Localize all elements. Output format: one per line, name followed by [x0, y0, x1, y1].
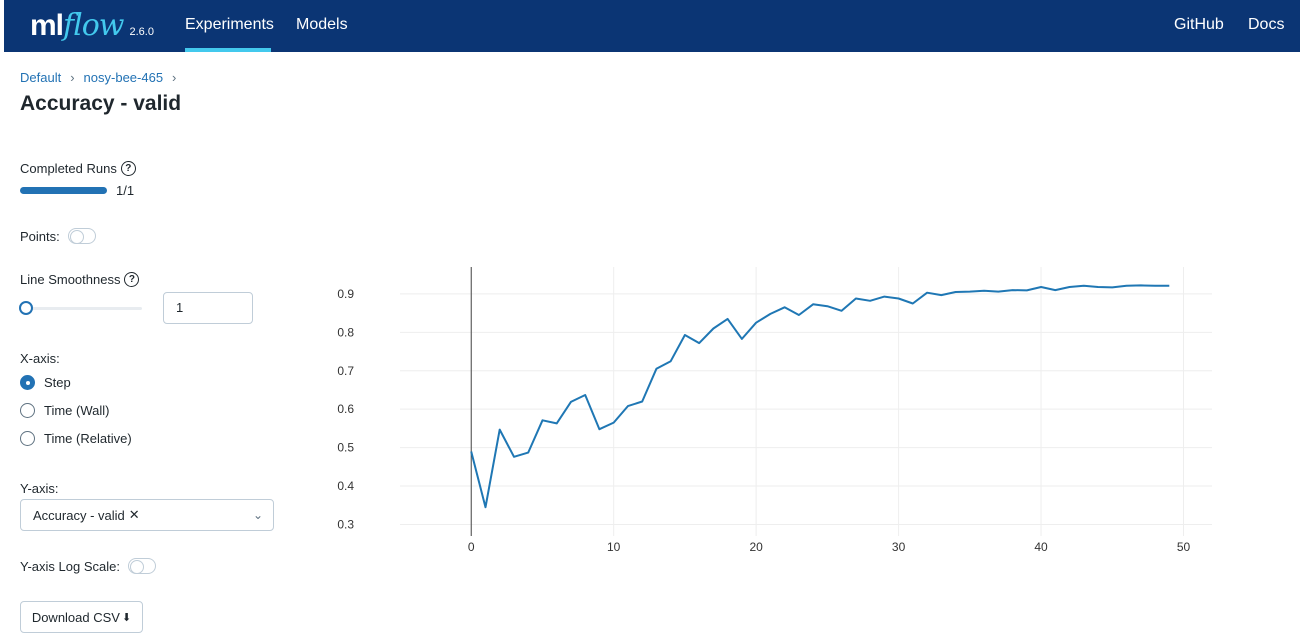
xaxis-label: X-axis: [20, 351, 60, 366]
smoothness-label: Line Smoothness [20, 272, 121, 287]
xaxis-option-label: Step [44, 375, 71, 390]
ylog-toggle[interactable] [127, 558, 156, 574]
chevron-right-icon: › [70, 70, 75, 85]
download-icon: ⬇ [121, 611, 132, 624]
completed-runs-text: Completed Runs [20, 161, 117, 176]
xaxis-option-relative[interactable]: Time (Relative) [20, 431, 132, 446]
y-tick-label: 0.6 [337, 402, 354, 416]
logo-flow-text: flow [63, 8, 124, 43]
breadcrumb-run[interactable]: nosy-bee-465 [84, 70, 164, 85]
x-tick-label: 40 [1034, 540, 1048, 554]
nav-github[interactable]: GitHub [1174, 0, 1224, 52]
x-tick-label: 30 [892, 540, 906, 554]
xaxis-option-step[interactable]: Step [20, 375, 71, 390]
y-tick-label: 0.8 [337, 325, 354, 339]
radio-unchecked-icon[interactable] [20, 403, 35, 418]
nav-experiments[interactable]: Experiments [185, 0, 274, 52]
ylog-row: Y-axis Log Scale: [20, 558, 156, 574]
points-row: Points: [20, 228, 96, 244]
points-label: Points: [20, 228, 60, 244]
smoothness-slider-track[interactable] [24, 307, 142, 310]
completed-runs-progress-bar [20, 187, 107, 194]
download-csv-button[interactable]: Download CSV ⬇ [20, 601, 143, 633]
smoothness-slider-handle[interactable] [19, 301, 33, 315]
ylog-label: Y-axis Log Scale: [20, 558, 120, 574]
completed-runs-label: Completed Runs ? [20, 161, 136, 176]
completed-runs-count: 1/1 [116, 183, 135, 198]
y-tick-label: 0.7 [337, 364, 354, 378]
question-circle-icon[interactable]: ? [124, 272, 140, 287]
close-icon[interactable]: ✕ [129, 507, 140, 523]
question-circle-icon[interactable]: ? [120, 161, 136, 176]
yaxis-label: Y-axis: [20, 481, 59, 496]
points-toggle[interactable] [67, 228, 96, 244]
chevron-down-icon[interactable]: ⌄ [253, 508, 263, 522]
breadcrumb: Default › nosy-bee-465 › [20, 70, 185, 85]
nav-docs[interactable]: Docs [1248, 0, 1284, 52]
yaxis-tag: Accuracy - valid ✕ [33, 507, 140, 523]
y-tick-label: 0.5 [337, 441, 354, 455]
smoothness-label-row: Line Smoothness ? [20, 272, 140, 287]
nav-models[interactable]: Models [296, 0, 348, 52]
x-tick-label: 10 [607, 540, 621, 554]
breadcrumb-experiment[interactable]: Default [20, 70, 61, 85]
radio-checked-icon[interactable] [20, 375, 35, 390]
x-tick-label: 0 [468, 540, 475, 554]
y-tick-label: 0.9 [337, 287, 354, 301]
download-csv-label: Download CSV [31, 609, 120, 625]
chevron-right-icon: › [172, 70, 177, 85]
series-line [470, 284, 1170, 509]
yaxis-tag-label: Accuracy - valid [33, 507, 125, 523]
mlflow-logo[interactable]: ml flow 2.6.0 [30, 6, 154, 46]
x-tick-label: 50 [1177, 540, 1191, 554]
x-tick-label: 20 [749, 540, 763, 554]
yaxis-select[interactable]: Accuracy - valid ✕ ⌄ [20, 499, 274, 531]
page-title: Accuracy - valid [20, 92, 182, 115]
xaxis-option-label: Time (Wall) [44, 403, 110, 418]
metric-line-chart[interactable]: 0.3 0.4 0.5 0.6 0.7 0.8 0.9 0 10 20 30 40 50 [320, 260, 1240, 560]
radio-unchecked-icon[interactable] [20, 431, 35, 446]
y-tick-label: 0.4 [337, 479, 354, 493]
logo-ml-text: ml [30, 9, 64, 42]
top-nav-bar: ml flow 2.6.0 Experiments Models GitHub D… [0, 0, 1302, 52]
xaxis-option-wall[interactable]: Time (Wall) [20, 403, 109, 418]
smoothness-input[interactable]: 1 [163, 292, 253, 324]
version-label: 2.6.0 [129, 26, 154, 38]
y-tick-label: 0.3 [337, 517, 354, 531]
xaxis-option-label: Time (Relative) [44, 431, 132, 446]
